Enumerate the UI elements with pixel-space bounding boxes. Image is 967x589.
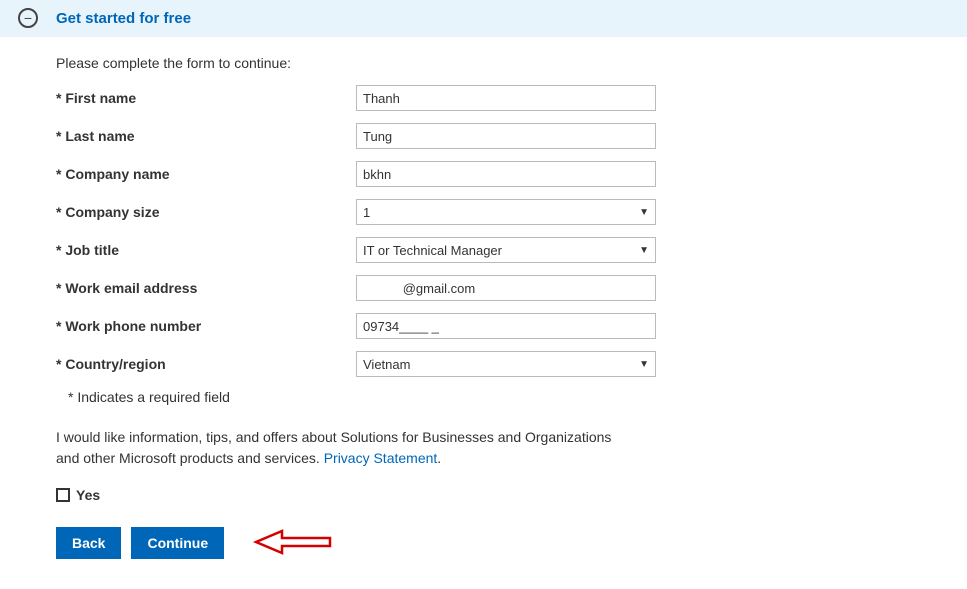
back-button[interactable]: Back — [56, 527, 121, 559]
company-name-input[interactable] — [356, 161, 656, 187]
required-note: * Indicates a required field — [68, 389, 911, 405]
consent-text-end: . — [437, 450, 441, 466]
first-name-input[interactable] — [356, 85, 656, 111]
work-phone-label: * Work phone number — [56, 318, 356, 334]
country-value: Vietnam — [363, 357, 410, 372]
privacy-statement-link[interactable]: Privacy Statement — [324, 450, 438, 466]
header-title[interactable]: Get started for free — [56, 10, 191, 27]
work-phone-input[interactable] — [356, 313, 656, 339]
continue-button[interactable]: Continue — [131, 527, 224, 559]
collapse-icon[interactable]: − — [18, 8, 38, 28]
country-label: * Country/region — [56, 356, 356, 372]
last-name-label: * Last name — [56, 128, 356, 144]
page-header: − Get started for free — [0, 0, 967, 37]
consent-text: I would like information, tips, and offe… — [56, 427, 616, 469]
work-email-label: * Work email address — [56, 280, 356, 296]
last-name-input[interactable] — [356, 123, 656, 149]
job-title-select[interactable]: IT or Technical Manager ▼ — [356, 237, 656, 263]
signup-form: Please complete the form to continue: * … — [0, 37, 967, 589]
chevron-down-icon: ▼ — [639, 245, 649, 256]
yes-checkbox[interactable] — [56, 488, 70, 502]
company-size-select[interactable]: 1 ▼ — [356, 199, 656, 225]
job-title-label: * Job title — [56, 242, 356, 258]
form-instruction: Please complete the form to continue: — [56, 55, 911, 71]
company-name-label: * Company name — [56, 166, 356, 182]
chevron-down-icon: ▼ — [639, 207, 649, 218]
company-size-value: 1 — [363, 205, 370, 220]
chevron-down-icon: ▼ — [639, 359, 649, 370]
country-select[interactable]: Vietnam ▼ — [356, 351, 656, 377]
work-email-input[interactable] — [356, 275, 656, 301]
first-name-label: * First name — [56, 90, 356, 106]
job-title-value: IT or Technical Manager — [363, 243, 502, 258]
arrow-annotation-icon — [252, 528, 332, 559]
company-size-label: * Company size — [56, 204, 356, 220]
yes-label: Yes — [76, 487, 100, 503]
